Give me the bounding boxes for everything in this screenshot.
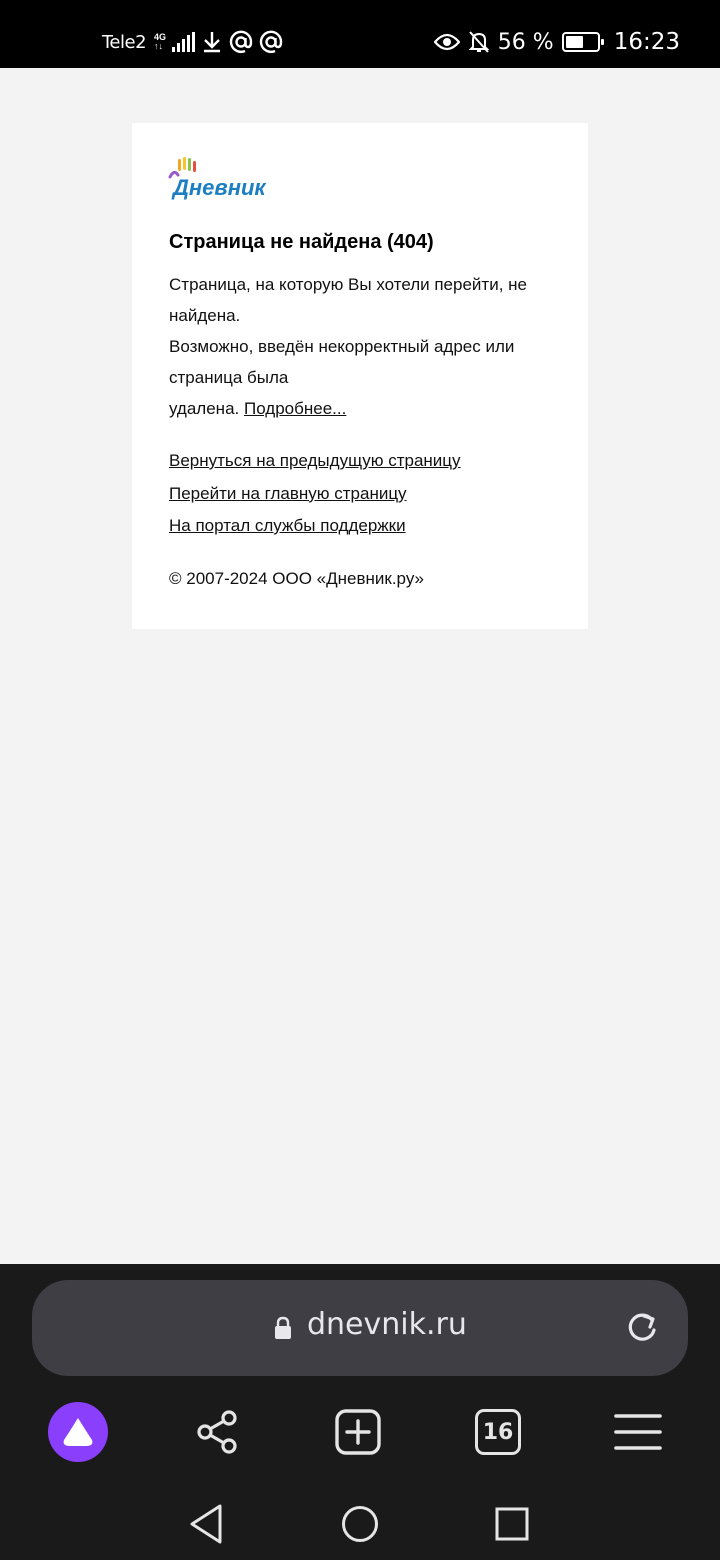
network-type: 4G ↑↓ (154, 32, 167, 51)
battery-percent: 56 % (497, 29, 554, 55)
lock-icon (275, 1316, 291, 1339)
status-right: 56 % 16:23 (433, 26, 680, 58)
battery-icon (561, 32, 604, 52)
tabs-count: 16 (475, 1409, 521, 1455)
status-bar: Tele2 4G ↑↓ 56 % 16:23 (0, 0, 720, 68)
page-title: Страница не найдена (404) (169, 231, 434, 253)
clock: 16:23 (613, 29, 680, 55)
description-line-1: Страница, на которую Вы хотели перейти, … (169, 275, 527, 325)
carrier-name: Tele2 (102, 31, 147, 53)
description-line-2: Возможно, введён некорректный адрес или … (169, 337, 515, 387)
system-navigation-bar (0, 1486, 720, 1560)
new-tab-icon[interactable] (328, 1402, 388, 1462)
back-to-previous-link[interactable]: Вернуться на предыдущую страницу (169, 445, 461, 478)
browser-toolbar: 16 (0, 1394, 720, 1470)
url-text: dnevnik.ru (307, 1307, 467, 1342)
at-icon (259, 30, 283, 53)
eye-icon (433, 33, 460, 51)
error-card: Дневник Страница не найдена (404) Страни… (132, 123, 588, 629)
home-page-link[interactable]: Перейти на главную страницу (169, 478, 461, 511)
address-bar[interactable]: dnevnik.ru (32, 1280, 688, 1376)
svg-text:Дневник: Дневник (171, 175, 267, 200)
support-portal-link[interactable]: На портал службы поддержки (169, 510, 461, 543)
bell-off-icon (468, 31, 490, 53)
share-icon[interactable] (188, 1402, 248, 1462)
more-link[interactable]: Подробнее... (244, 399, 346, 418)
navigation-links: Вернуться на предыдущую страницу Перейти… (169, 445, 461, 543)
browser-bottom-bar: dnevnik.ru 16 (0, 1264, 720, 1560)
description-line-3: удалена. Подробнее... (169, 399, 347, 418)
hand-icon (168, 157, 196, 179)
status-left: Tele2 4G ↑↓ (102, 28, 283, 56)
dnevnik-logo: Дневник (168, 157, 267, 200)
error-description: Страница, на которую Вы хотели перейти, … (169, 269, 569, 424)
home-icon[interactable] (338, 1502, 382, 1546)
back-icon[interactable] (186, 1502, 230, 1546)
alice-icon[interactable] (48, 1402, 108, 1462)
menu-icon[interactable] (608, 1402, 668, 1462)
tabs-icon[interactable]: 16 (468, 1402, 528, 1462)
at-icon (229, 30, 253, 53)
download-icon (204, 32, 221, 53)
recents-icon[interactable] (490, 1502, 534, 1546)
reload-icon[interactable] (624, 1310, 660, 1346)
copyright: © 2007-2024 ООО «Дневник.ру» (169, 569, 424, 588)
signal-icon (172, 32, 196, 52)
